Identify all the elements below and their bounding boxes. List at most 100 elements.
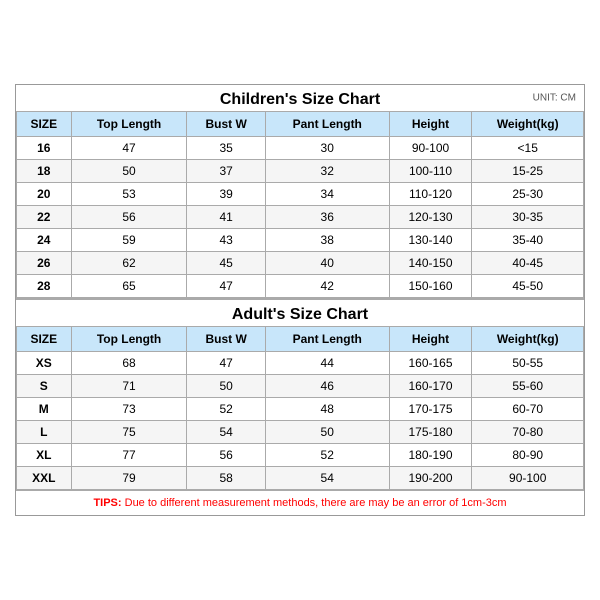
tips-row: TIPS: Due to different measurement metho… <box>16 490 584 515</box>
table-cell: L <box>17 421 72 444</box>
table-row: XXL795854190-20090-100 <box>17 467 584 490</box>
table-cell: 56 <box>71 206 187 229</box>
unit-label: UNIT: CM <box>533 93 576 104</box>
children-title: Children's Size Chart <box>16 91 584 109</box>
table-cell: 35-40 <box>472 229 584 252</box>
table-cell: M <box>17 398 72 421</box>
table-cell: 30-35 <box>472 206 584 229</box>
table-cell: 16 <box>17 137 72 160</box>
table-cell: 39 <box>187 183 265 206</box>
table-cell: 190-200 <box>389 467 472 490</box>
table-cell: 42 <box>265 275 389 298</box>
tips-body: Due to different measurement methods, th… <box>122 497 507 509</box>
table-cell: 59 <box>71 229 187 252</box>
col-pant-length: Pant Length <box>265 112 389 137</box>
table-cell: 55-60 <box>472 375 584 398</box>
table-cell: 32 <box>265 160 389 183</box>
table-row: L755450175-18070-80 <box>17 421 584 444</box>
table-cell: 180-190 <box>389 444 472 467</box>
table-cell: 73 <box>71 398 187 421</box>
table-cell: 77 <box>71 444 187 467</box>
table-cell: 46 <box>265 375 389 398</box>
table-cell: 170-175 <box>389 398 472 421</box>
adult-col-top-length: Top Length <box>71 327 187 352</box>
table-row: S715046160-17055-60 <box>17 375 584 398</box>
table-cell: 90-100 <box>389 137 472 160</box>
table-row: XS684744160-16550-55 <box>17 352 584 375</box>
table-cell: 110-120 <box>389 183 472 206</box>
table-cell: 50-55 <box>472 352 584 375</box>
table-cell: 56 <box>187 444 265 467</box>
adult-section-header: Adult's Size Chart <box>16 298 584 326</box>
table-cell: 36 <box>265 206 389 229</box>
table-row: 1647353090-100<15 <box>17 137 584 160</box>
table-cell: 100-110 <box>389 160 472 183</box>
table-cell: 80-90 <box>472 444 584 467</box>
table-cell: 70-80 <box>472 421 584 444</box>
adult-header-row: SIZE Top Length Bust W Pant Length Heigh… <box>17 327 584 352</box>
table-cell: 71 <box>71 375 187 398</box>
table-cell: 30 <box>265 137 389 160</box>
table-cell: 26 <box>17 252 72 275</box>
table-cell: 40-45 <box>472 252 584 275</box>
table-cell: 47 <box>71 137 187 160</box>
table-cell: 18 <box>17 160 72 183</box>
children-table-body: 1647353090-100<1518503732100-11015-25205… <box>17 137 584 298</box>
tips-label: TIPS: <box>93 497 121 509</box>
size-chart-container: Children's Size Chart UNIT: CM SIZE Top … <box>15 84 585 516</box>
table-cell: 75 <box>71 421 187 444</box>
adult-title: Adult's Size Chart <box>16 306 584 324</box>
table-cell: 37 <box>187 160 265 183</box>
table-cell: 130-140 <box>389 229 472 252</box>
col-height: Height <box>389 112 472 137</box>
table-cell: 160-165 <box>389 352 472 375</box>
table-cell: 43 <box>187 229 265 252</box>
table-cell: 22 <box>17 206 72 229</box>
adult-col-pant-length: Pant Length <box>265 327 389 352</box>
col-bust-w: Bust W <box>187 112 265 137</box>
table-cell: 45-50 <box>472 275 584 298</box>
table-cell: 47 <box>187 275 265 298</box>
table-cell: 68 <box>71 352 187 375</box>
children-table: SIZE Top Length Bust W Pant Length Heigh… <box>16 111 584 298</box>
table-cell: 50 <box>71 160 187 183</box>
table-cell: 35 <box>187 137 265 160</box>
table-row: 22564136120-13030-35 <box>17 206 584 229</box>
table-cell: S <box>17 375 72 398</box>
table-row: 20533934110-12025-30 <box>17 183 584 206</box>
table-cell: 120-130 <box>389 206 472 229</box>
table-cell: 175-180 <box>389 421 472 444</box>
table-cell: 24 <box>17 229 72 252</box>
table-cell: 54 <box>265 467 389 490</box>
adult-col-height: Height <box>389 327 472 352</box>
table-row: 26624540140-15040-45 <box>17 252 584 275</box>
table-cell: 50 <box>265 421 389 444</box>
table-cell: 58 <box>187 467 265 490</box>
table-cell: 47 <box>187 352 265 375</box>
table-cell: 28 <box>17 275 72 298</box>
adult-table-body: XS684744160-16550-55S715046160-17055-60M… <box>17 352 584 490</box>
table-cell: 52 <box>187 398 265 421</box>
table-cell: 60-70 <box>472 398 584 421</box>
table-cell: 150-160 <box>389 275 472 298</box>
table-row: 24594338130-14035-40 <box>17 229 584 252</box>
table-cell: 20 <box>17 183 72 206</box>
adult-col-size: SIZE <box>17 327 72 352</box>
table-cell: XXL <box>17 467 72 490</box>
table-cell: 41 <box>187 206 265 229</box>
children-section-header: Children's Size Chart UNIT: CM <box>16 85 584 111</box>
col-weight: Weight(kg) <box>472 112 584 137</box>
table-cell: 38 <box>265 229 389 252</box>
table-row: M735248170-17560-70 <box>17 398 584 421</box>
table-cell: 48 <box>265 398 389 421</box>
adult-col-weight: Weight(kg) <box>472 327 584 352</box>
table-cell: 44 <box>265 352 389 375</box>
table-cell: 45 <box>187 252 265 275</box>
table-cell: <15 <box>472 137 584 160</box>
table-cell: 53 <box>71 183 187 206</box>
table-cell: 34 <box>265 183 389 206</box>
table-row: XL775652180-19080-90 <box>17 444 584 467</box>
table-cell: 140-150 <box>389 252 472 275</box>
table-cell: XL <box>17 444 72 467</box>
table-cell: 52 <box>265 444 389 467</box>
